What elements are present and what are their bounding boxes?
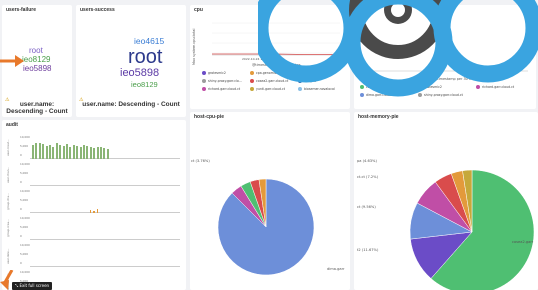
audit-bar[interactable] xyxy=(38,143,41,159)
audit-row-label: group.cha... xyxy=(6,193,10,210)
audit-bar[interactable] xyxy=(32,145,34,159)
audit-tick-label: 0 xyxy=(20,180,22,184)
audit-bar[interactable] xyxy=(59,145,62,159)
audit-bar[interactable] xyxy=(79,147,82,159)
tag-ieo5898[interactable]: ieo5898 xyxy=(120,68,159,79)
audit-bar[interactable] xyxy=(62,146,65,159)
sort-label: user.name: Descending - Count xyxy=(82,101,180,108)
logo-overlay xyxy=(258,0,538,97)
audit-row-label: user.chan... xyxy=(6,166,10,183)
audit-tick-label: 0 xyxy=(20,153,22,157)
audit-bar[interactable] xyxy=(66,144,68,159)
audit-tick-label: 5,000 xyxy=(20,252,29,256)
audit-tick-label: 0 xyxy=(20,261,22,265)
audit-bar[interactable] xyxy=(69,147,72,159)
memory-pie-chart[interactable] xyxy=(354,112,538,290)
legend-label: grotesmic2 xyxy=(208,71,226,75)
audit-bar[interactable] xyxy=(93,148,96,159)
audit-row: user.chan... 10,000 5,000 0 xyxy=(6,159,182,186)
audit-bars xyxy=(32,272,178,290)
cpu-pie-chart[interactable] xyxy=(190,112,350,290)
audit-bar[interactable] xyxy=(89,147,92,159)
legend-swatch xyxy=(202,79,206,83)
arrow-annotation xyxy=(0,53,24,74)
cpu-pie-label-small: ct (3.76%) xyxy=(191,159,210,163)
mem-pie-label-3: t2 (11.67%) xyxy=(357,248,379,252)
legend-label: richard.garr.cloud.ct xyxy=(208,87,241,91)
tag-root[interactable]: root xyxy=(128,47,162,67)
legend-item[interactable]: grotesmic2 xyxy=(202,71,226,75)
audit-bars xyxy=(32,191,178,213)
audit-bar[interactable] xyxy=(103,148,106,159)
audit-bar[interactable] xyxy=(76,146,79,159)
panel-title: audit xyxy=(6,122,18,128)
audit-bar[interactable] xyxy=(106,149,109,159)
tag-ieo5898[interactable]: ieo5898 xyxy=(23,65,51,73)
audit-tick-label: 10,000 xyxy=(20,162,30,166)
audit-bar[interactable] xyxy=(52,147,55,159)
legend-label: shiny-proxy.garr.clo... xyxy=(208,79,242,83)
legend-swatch xyxy=(250,87,254,91)
panel-title: cpu xyxy=(194,7,203,13)
legend-swatch xyxy=(202,71,206,75)
audit-bar[interactable] xyxy=(72,145,75,159)
audit-bars xyxy=(32,164,178,186)
audit-bars xyxy=(32,245,178,267)
audit-bar[interactable] xyxy=(55,143,58,159)
audit-row-label: user.dele... xyxy=(6,248,10,264)
panel-host-cpu-pie: host-cpu-pie ct (3.76%) dima.garr xyxy=(190,112,350,290)
audit-tick-label: 10,000 xyxy=(20,270,30,274)
mem-pie-label-4: cosea2.garr xyxy=(512,240,534,244)
audit-tick-label: 5,000 xyxy=(20,144,29,148)
audit-bar[interactable] xyxy=(83,145,85,159)
legend-item[interactable]: richard.garr.cloud.ct xyxy=(202,87,240,91)
audit-bar[interactable] xyxy=(49,145,51,159)
panel-audit: audit user.creat... 10,000 5,000 0 user.chan… xyxy=(2,120,186,290)
audit-tick-label: 10,000 xyxy=(20,243,30,247)
audit-bars xyxy=(32,218,178,240)
panel-users-success: users-success ieo4615 root ieo5898 ieo81… xyxy=(76,5,186,117)
audit-tick-label: 5,000 xyxy=(20,171,29,175)
audit-row: user.dele... 10,000 5,000 0 xyxy=(6,240,182,267)
tag-root[interactable]: root xyxy=(29,47,43,55)
audit-row: group.crea... 10,000 5,000 0 xyxy=(6,213,182,240)
legend-swatch xyxy=(250,71,254,75)
panel-title: users-success xyxy=(80,7,115,13)
panel-title: users-failure xyxy=(6,7,37,13)
audit-row: group.cha... 10,000 5,000 0 xyxy=(6,186,182,213)
panel-host-memory-pie: host-memory-pie pa (4.63%) ct.ct (7.2%) … xyxy=(354,112,538,290)
sort-label: user.name: Descending - Count xyxy=(6,101,68,116)
audit-tick-label: 5,000 xyxy=(20,225,29,229)
audit-tick-label: 10,000 xyxy=(20,135,30,139)
exit-label: Exit full screen xyxy=(19,283,50,288)
audit-tick-label: 5,000 xyxy=(20,198,29,202)
tag-ieo8129[interactable]: ieo8129 xyxy=(131,81,158,89)
exit-full-screen-button[interactable]: ⤡ Exit full screen xyxy=(12,282,53,290)
legend-swatch xyxy=(250,79,254,83)
audit-bars xyxy=(32,137,178,159)
audit-bar[interactable] xyxy=(96,147,99,159)
tag-ieo4615[interactable]: ieo4615 xyxy=(134,37,164,46)
audit-row-label: group.crea... xyxy=(6,219,10,237)
audit-bar[interactable] xyxy=(35,143,38,159)
audit-tick-label: 0 xyxy=(20,207,22,211)
audit-tick-label: 10,000 xyxy=(20,216,30,220)
audit-bar[interactable] xyxy=(86,146,89,159)
tag-ieo8129[interactable]: ieo8129 xyxy=(22,56,50,64)
audit-bar[interactable] xyxy=(45,146,48,159)
audit-row-label: user.creat... xyxy=(6,139,10,156)
cpu-ylabel: Max system.cpu.total xyxy=(192,28,196,65)
mem-pie-label-0: pa (4.63%) xyxy=(357,159,377,163)
mem-pie-label-1: ct.ct (7.2%) xyxy=(357,175,378,179)
legend-item[interactable]: shiny-proxy.garr.clo... xyxy=(202,79,242,83)
legend-swatch xyxy=(202,87,206,91)
audit-row: user.creat... 10,000 5,000 0 xyxy=(6,132,182,159)
audit-tick-label: 10,000 xyxy=(20,189,30,193)
mem-pie-label-2: ct (9.56%) xyxy=(357,205,376,209)
audit-bar[interactable] xyxy=(42,144,45,159)
cpu-pie-label-main: dima.garr xyxy=(327,267,345,271)
audit-bar[interactable] xyxy=(100,147,102,159)
audit-tick-label: 0 xyxy=(20,234,22,238)
